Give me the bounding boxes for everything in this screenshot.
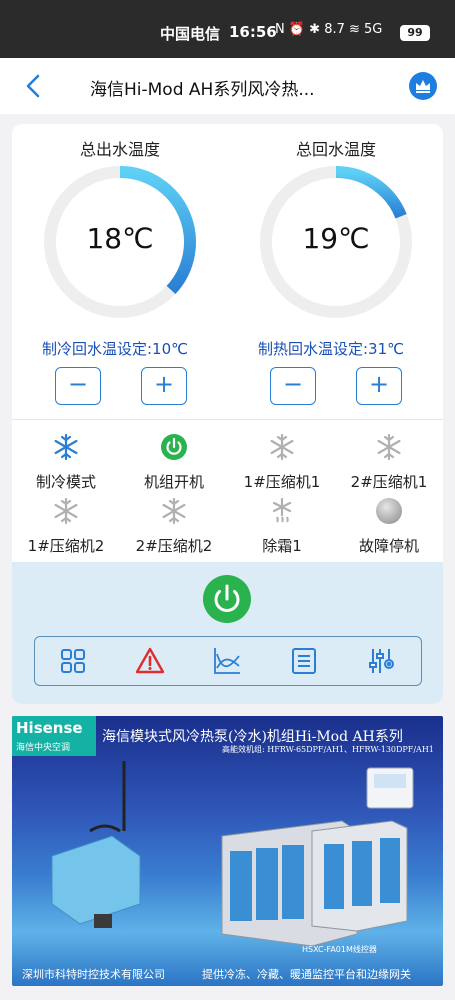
status-label: 制冷模式 [35, 473, 96, 491]
status-bar: 中国电信 16:56 N ⏰ ✱ 8.7 ≋ 5G 99 [0, 0, 455, 58]
status-label: 1#压缩机1 [243, 473, 321, 491]
gauge-arc [335, 166, 407, 219]
trend-chart-icon[interactable] [212, 646, 242, 676]
cooling-setpoint-label: 制冷回水温设定:10℃ [42, 340, 188, 358]
status-compressor-1-2: 1#压缩机2 [12, 497, 120, 556]
defrost-icon [272, 497, 292, 523]
status-cooling-mode: 制冷模式 [12, 433, 120, 492]
status-icons: N ⏰ ✱ 8.7 ≋ 5G [275, 22, 383, 37]
control-area [12, 562, 443, 704]
outlet-temp-title: 总出水温度 [79, 140, 160, 159]
unit-panel [230, 851, 252, 921]
power-button[interactable] [203, 575, 251, 623]
vip-button[interactable] [409, 72, 437, 100]
snowflake-icon [54, 497, 78, 525]
controller-screen [374, 774, 406, 788]
antenna-cable [89, 824, 121, 833]
page-title: 海信Hi-Mod AH系列风冷热... [90, 80, 315, 100]
title-bar: 海信Hi-Mod AH系列风冷热... [0, 58, 455, 114]
banner-title: 海信模块式风冷热泵(冷水)机组Hi-Mod AH系列 [102, 729, 403, 745]
grid-icon[interactable] [58, 646, 88, 676]
unit-panel [324, 844, 344, 909]
brand-subtitle: 海信中央空调 [16, 743, 71, 753]
banner-company: 深圳市科特时控技术有限公司 [22, 968, 165, 981]
gateway-device-image [51, 835, 141, 925]
snowflake-icon [54, 433, 78, 461]
brand-name: Hisense [16, 719, 83, 737]
alarm-warning-icon[interactable] [135, 646, 165, 676]
status-label: 2#压缩机2 [135, 537, 213, 555]
status-label: 除霜1 [262, 537, 302, 555]
snowflake-icon [270, 433, 294, 461]
chevron-left-icon [26, 74, 40, 98]
snowflake-icon [162, 497, 186, 525]
unit-panel [256, 848, 278, 920]
banner-slogan: 提供冷冻、冷藏、暖通监控平台和边缘网关 [202, 968, 411, 981]
status-compressor-2-1: 2#压缩机1 [335, 433, 443, 492]
banner-controller-label: HSXC-FA01M线控器 [302, 945, 377, 954]
list-icon[interactable] [289, 646, 319, 676]
settings-sliders-icon[interactable] [366, 646, 396, 676]
return-temp-title: 总回水温度 [295, 140, 376, 159]
battery-icon: 99 [400, 25, 430, 41]
status-unit-running: 机组开机 [120, 433, 228, 492]
status-label: 机组开机 [143, 473, 204, 491]
brand-logo: Hisense 海信中央空调 [12, 716, 96, 756]
status-defrost-1: 除霜1 [228, 497, 336, 556]
clock: 16:56 [229, 23, 277, 41]
snowflake-icon [377, 433, 401, 461]
status-label: 故障停机 [358, 537, 419, 555]
product-illustration [51, 761, 414, 947]
unit-panel [282, 845, 304, 919]
heating-setpoint-label: 制热回水温设定:31℃ [258, 340, 404, 358]
cooling-increase-button[interactable]: + [141, 367, 187, 405]
gateway-port [94, 914, 112, 928]
divider [12, 419, 443, 420]
status-label: 1#压缩机2 [27, 537, 105, 555]
outlet-temp-value: 18℃ [86, 222, 154, 255]
status-compressor-1-1: 1#压缩机1 [228, 433, 336, 492]
fault-indicator-icon [376, 498, 402, 524]
heating-decrease-button[interactable]: − [270, 367, 316, 405]
status-fault-stop: 故障停机 [335, 497, 443, 556]
device-panel: 总出水温度 18℃ 总回水温度 19℃ 制冷回水温设定:10℃ 制热回水温设定:… [12, 124, 443, 704]
cooling-decrease-button[interactable]: − [55, 367, 101, 405]
back-button[interactable] [22, 72, 46, 100]
power-icon [214, 584, 240, 613]
unit-panel [352, 841, 372, 906]
banner-models: 高能效机组: HFRW-65DPF/AH1、HFRW-130DPF/AH1 [222, 745, 434, 754]
return-temp-value: 19℃ [302, 222, 370, 255]
carrier-name: 中国电信 [160, 25, 221, 43]
function-toolbar [34, 636, 422, 686]
power-icon [161, 434, 187, 460]
status-compressor-2-2: 2#压缩机2 [120, 497, 228, 556]
unit-panel [380, 838, 400, 903]
heating-increase-button[interactable]: + [356, 367, 402, 405]
crown-icon [416, 80, 430, 93]
status-label: 2#压缩机1 [350, 473, 428, 491]
advertisement-banner[interactable]: Hisense 海信中央空调 海信模块式风冷热泵(冷水)机组Hi-Mod AH系… [12, 716, 443, 986]
